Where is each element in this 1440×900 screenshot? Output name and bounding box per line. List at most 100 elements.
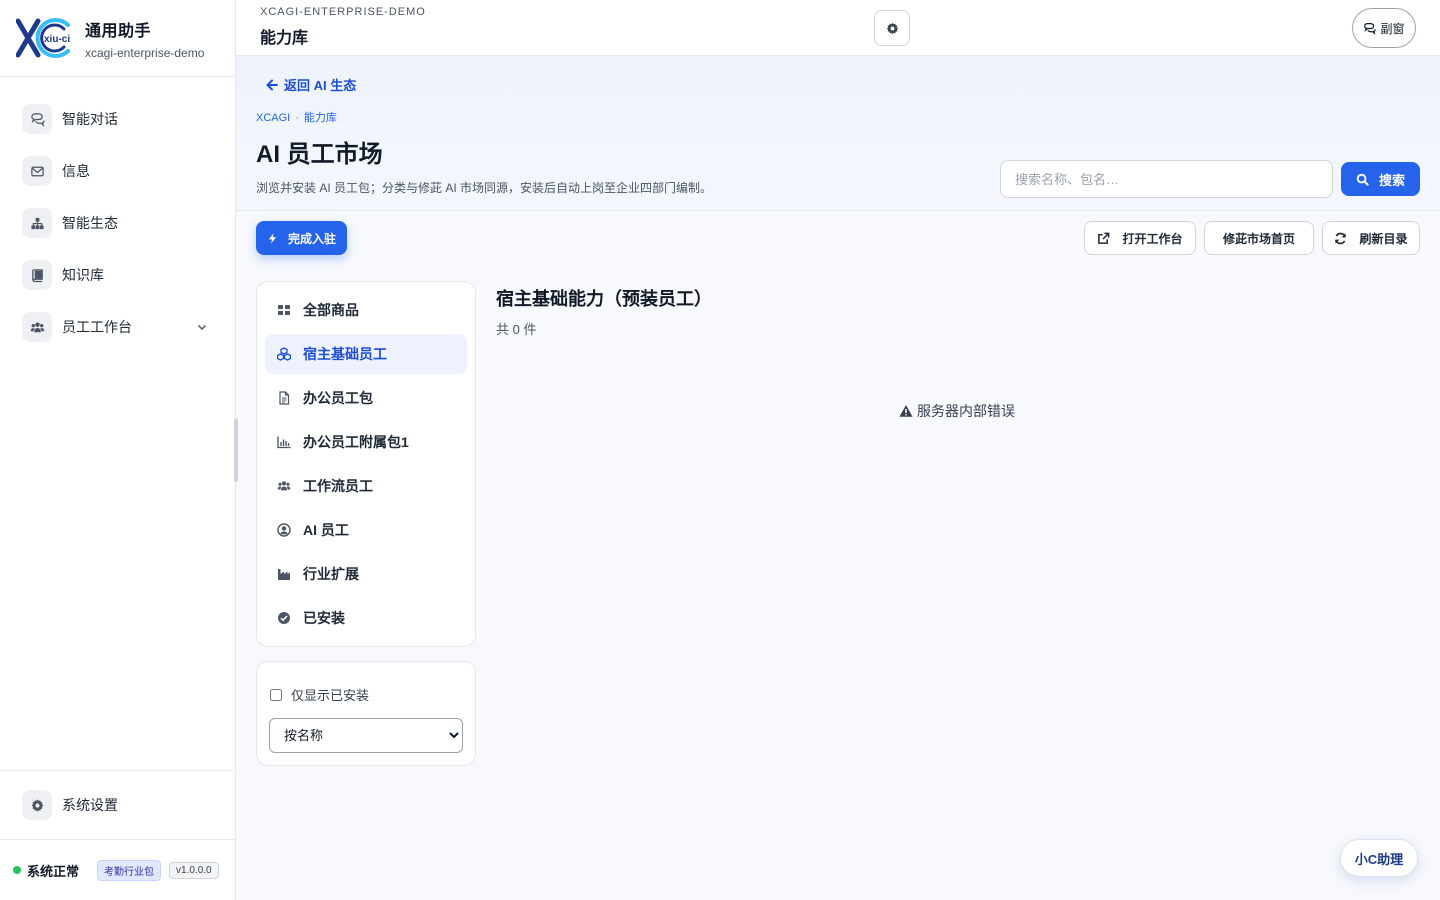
search-button[interactable]: 搜索 xyxy=(1341,162,1420,196)
side-window-label: 副窗 xyxy=(1380,21,1405,36)
category-panel: 全部商品 宿主基础员工 办公员工包 办公员工附属包1 工作流员工 AI 员工 行… xyxy=(256,281,476,647)
filter-panel: 仅显示已安装 按名称 xyxy=(256,661,476,766)
workspace-name: XCAGI-ENTERPRISE-DEMO xyxy=(260,6,426,18)
sidebar-item-ecosystem[interactable]: 智能生态 xyxy=(22,203,218,243)
sidebar: xiu-ci 通用助手 xcagi-enterprise-demo 智能对话 信… xyxy=(0,0,236,900)
error-message: 服务器内部错误 xyxy=(899,401,1015,421)
gear-icon xyxy=(886,22,898,34)
version-badge: v1.0.0.0 xyxy=(169,861,219,879)
back-link-label: 返回 AI 生态 xyxy=(284,78,357,93)
category-item-ai-employee[interactable]: AI 员工 xyxy=(265,510,467,550)
category-label: 全部商品 xyxy=(303,302,359,318)
brand-header[interactable]: xiu-ci 通用助手 xcagi-enterprise-demo xyxy=(0,0,235,77)
category-item-industry[interactable]: 行业扩展 xyxy=(265,554,467,594)
category-label: AI 员工 xyxy=(303,522,349,538)
external-link-icon xyxy=(1098,232,1110,244)
category-item-office-addon[interactable]: 办公员工附属包1 xyxy=(265,422,467,462)
back-link[interactable]: 返回 AI 生态 xyxy=(266,75,356,94)
document-icon xyxy=(279,391,290,405)
bolt-icon xyxy=(268,232,277,244)
mail-icon xyxy=(22,156,52,186)
category-label: 行业扩展 xyxy=(303,566,359,582)
top-bar: XCAGI-ENTERPRISE-DEMO 能力库 副窗 xyxy=(236,0,1440,56)
section-title: 宿主基础能力（预装员工） xyxy=(496,289,712,309)
page-title: 能力库 xyxy=(260,30,309,47)
category-item-office-pack[interactable]: 办公员工包 xyxy=(265,378,467,418)
market-home-button[interactable]: 修茈市场首页 xyxy=(1204,221,1314,255)
chat-icon xyxy=(1364,22,1377,35)
brand-subtitle: xcagi-enterprise-demo xyxy=(85,45,205,60)
category-item-all[interactable]: 全部商品 xyxy=(265,290,467,330)
sort-select[interactable]: 按名称 xyxy=(269,718,463,753)
sidebar-nav: 智能对话 信息 智能生态 知识库 员工工作台 xyxy=(0,77,235,347)
users-icon xyxy=(277,481,291,491)
category-label: 已安装 xyxy=(303,610,345,626)
category-item-installed[interactable]: 已安装 xyxy=(265,598,467,638)
installed-only-filter[interactable]: 仅显示已安装 xyxy=(270,685,369,704)
complete-onboarding-button[interactable]: 完成入驻 xyxy=(256,221,347,255)
assistant-button[interactable]: 小C助理 xyxy=(1340,839,1418,877)
category-item-host-base[interactable]: 宿主基础员工 xyxy=(265,334,467,374)
sidebar-item-knowledge[interactable]: 知识库 xyxy=(22,255,218,295)
sidebar-scrollbar[interactable] xyxy=(234,418,238,482)
gear-icon xyxy=(22,790,52,820)
cubes-icon xyxy=(277,347,291,361)
installed-only-label: 仅显示已安装 xyxy=(291,688,370,703)
search-icon xyxy=(1356,173,1369,186)
industry-icon xyxy=(278,569,290,580)
open-workbench-label: 打开工作台 xyxy=(1122,231,1183,246)
refresh-icon xyxy=(1335,232,1347,244)
sidebar-item-label: 智能对话 xyxy=(62,111,118,127)
breadcrumb-item[interactable]: XCAGI xyxy=(256,112,290,124)
market-title: AI 员工市场 xyxy=(256,141,383,168)
market-home-label: 修茈市场首页 xyxy=(1222,231,1295,246)
brand-title: 通用助手 xyxy=(85,22,152,40)
status-text: 系统正常 xyxy=(27,863,80,879)
settings-button[interactable] xyxy=(874,10,910,46)
market-header: 返回 AI 生态 XCAGI · 能力库 AI 员工市场 浏览并安装 AI 员工包；… xyxy=(236,56,1440,211)
brand-logo: xiu-ci xyxy=(15,17,74,59)
installed-only-checkbox[interactable] xyxy=(270,688,282,701)
breadcrumb-item[interactable]: 能力库 xyxy=(304,112,337,124)
sidebar-item-label: 信息 xyxy=(62,163,90,179)
breadcrumb-separator: · xyxy=(295,112,299,124)
category-label: 办公员工附属包1 xyxy=(303,434,409,450)
category-label: 工作流员工 xyxy=(303,478,373,494)
sidebar-item-label: 智能生态 xyxy=(62,215,118,231)
search-button-label: 搜索 xyxy=(1378,172,1405,188)
side-window-button[interactable]: 副窗 xyxy=(1352,8,1416,48)
user-circle-icon xyxy=(277,523,291,537)
warning-icon xyxy=(899,405,913,417)
status-indicator-icon xyxy=(13,866,21,874)
sidebar-item-label: 知识库 xyxy=(62,267,104,283)
svg-text:xiu-ci: xiu-ci xyxy=(44,34,70,45)
sidebar-item-label: 员工工作台 xyxy=(62,319,132,335)
item-count: 共 0 件 xyxy=(496,322,537,337)
onboard-label: 完成入驻 xyxy=(287,231,336,246)
market-description: 浏览并安装 AI 员工包；分类与修茈 AI 市场同源，安装后自动上岗至企业四部门… xyxy=(256,181,713,195)
refresh-label: 刷新目录 xyxy=(1359,231,1408,246)
open-workbench-button[interactable]: 打开工作台 xyxy=(1084,221,1196,255)
check-circle-icon xyxy=(278,612,290,624)
chevron-down-icon[interactable] xyxy=(196,321,208,333)
sidebar-item-chat[interactable]: 智能对话 xyxy=(22,99,218,139)
refresh-catalog-button[interactable]: 刷新目录 xyxy=(1322,221,1420,255)
sitemap-icon xyxy=(22,208,52,238)
error-text: 服务器内部错误 xyxy=(917,403,1015,419)
users-icon xyxy=(22,312,52,342)
bar-chart-icon xyxy=(277,436,291,449)
category-label: 宿主基础员工 xyxy=(303,346,387,362)
search-input[interactable] xyxy=(1000,160,1333,198)
sidebar-item-messages[interactable]: 信息 xyxy=(22,151,218,191)
sidebar-item-workbench[interactable]: 员工工作台 xyxy=(22,307,218,347)
industry-pack-badge[interactable]: 考勤行业包 xyxy=(97,859,162,881)
sidebar-settings-label: 系统设置 xyxy=(62,797,118,813)
sidebar-item-settings[interactable]: 系统设置 xyxy=(22,785,218,825)
book-icon xyxy=(22,260,52,290)
arrow-left-icon xyxy=(266,79,278,90)
system-status-bar: 系统正常 考勤行业包 v1.0.0.0 xyxy=(0,840,236,900)
category-item-workflow[interactable]: 工作流员工 xyxy=(265,466,467,506)
sidebar-settings-section: 系统设置 xyxy=(0,770,236,840)
chat-icon xyxy=(22,104,52,134)
category-label: 办公员工包 xyxy=(303,390,373,406)
